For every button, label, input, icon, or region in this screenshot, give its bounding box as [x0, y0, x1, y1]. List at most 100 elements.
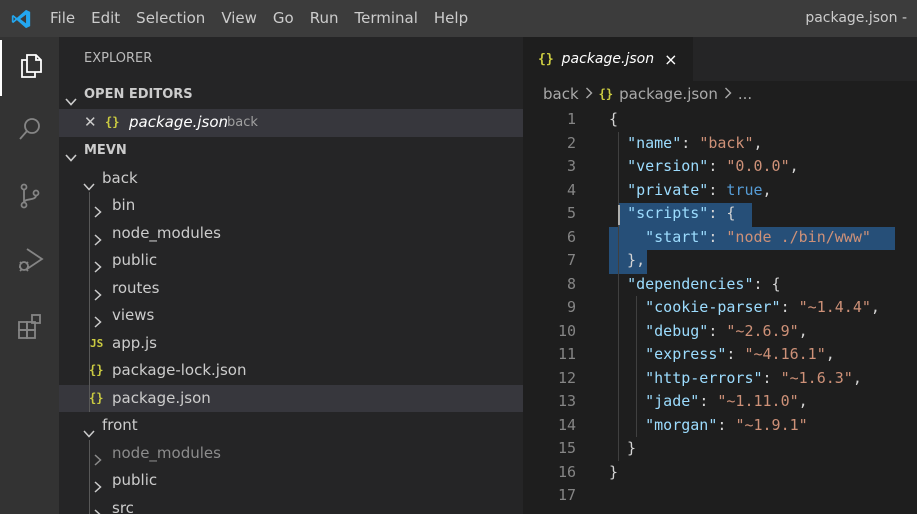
code-token: "private" — [627, 180, 709, 199]
code-token: , — [762, 180, 772, 199]
tree-folder-public[interactable]: public — [59, 247, 523, 275]
breadcrumb-file[interactable]: package.json — [619, 81, 718, 108]
code-token: : — [726, 345, 745, 363]
code-line[interactable]: 11 "express": "~4.16.1", — [523, 343, 917, 367]
code-text: "http-errors": "~1.6.3", — [609, 367, 862, 391]
code-token: "~1.9.1" — [735, 415, 808, 434]
menu-edit[interactable]: Edit — [83, 0, 128, 37]
json-file-icon: {} — [105, 115, 120, 129]
tree-label: src — [112, 498, 134, 514]
code-token: "~1.11.0" — [717, 392, 799, 410]
tree-file-app-js[interactable]: JS app.js — [59, 329, 523, 357]
line-number: 16 — [557, 462, 576, 481]
code-line[interactable]: 14 "morgan": "~1.9.1" — [523, 414, 917, 438]
code-line[interactable]: 5 "scripts": { — [523, 202, 917, 226]
code-line[interactable]: 12 "http-errors": "~1.6.3", — [523, 367, 917, 391]
breadcrumb-more[interactable]: ... — [738, 81, 752, 108]
close-icon[interactable]: × — [664, 50, 677, 69]
code-line[interactable]: 1{ — [523, 108, 917, 132]
tree-file-package-json[interactable]: {} package.json — [59, 384, 523, 412]
line-number: 4 — [566, 180, 576, 199]
javascript-file-icon: JS — [90, 336, 104, 350]
menu-go[interactable]: Go — [265, 0, 302, 37]
tree-folder-node-modules[interactable]: node_modules — [59, 219, 523, 247]
code-line[interactable]: 16} — [523, 461, 917, 485]
tree-folder-bin[interactable]: bin — [59, 192, 523, 220]
menu-selection[interactable]: Selection — [128, 0, 213, 37]
tab-label: package.json — [561, 51, 655, 67]
line-number: 15 — [557, 439, 576, 457]
code-text: "start": "node ./bin/www" — [609, 226, 871, 250]
code-token: : — [708, 157, 727, 175]
tree-folder-front-public[interactable]: public — [59, 467, 523, 495]
code-token: "~2.6.9" — [726, 321, 799, 340]
code-line[interactable]: 15 } — [523, 437, 917, 461]
tree-folder-views[interactable]: views — [59, 302, 523, 330]
open-editors-label: OPEN EDITORS — [84, 87, 193, 102]
extensions-activity-button[interactable] — [0, 300, 59, 356]
code-token: "http-errors" — [645, 368, 763, 387]
tree-label: package.json — [112, 388, 211, 407]
code-token: "~4.16.1" — [744, 345, 826, 363]
tree-folder-back[interactable]: back — [59, 165, 523, 193]
code-token: } — [609, 439, 637, 457]
source-control-activity-button[interactable] — [0, 170, 59, 226]
code-line[interactable]: 3 "version": "0.0.0", — [523, 155, 917, 179]
code-line[interactable]: 9 "cookie-parser": "~1.4.4", — [523, 296, 917, 320]
code-token: , — [852, 368, 862, 387]
menu-terminal[interactable]: Terminal — [347, 0, 426, 37]
tree-folder-front-src[interactable]: src — [59, 494, 523, 514]
run-debug-activity-button[interactable] — [0, 234, 59, 290]
menu-help[interactable]: Help — [426, 0, 476, 37]
tree-folder-front[interactable]: front — [59, 412, 523, 440]
code-line[interactable]: 7 }, — [523, 249, 917, 273]
code-token: "~1.6.3" — [780, 368, 853, 387]
search-activity-button[interactable] — [0, 103, 59, 159]
menu-run[interactable]: Run — [302, 0, 347, 37]
code-line[interactable]: 4 "private": true, — [523, 179, 917, 203]
code-line[interactable]: 2 "name": "back", — [523, 132, 917, 156]
workspace-label: MEVN — [84, 142, 127, 158]
code-editor[interactable]: 1{2 "name": "back", 3 "version": "0.0.0",… — [523, 108, 917, 514]
explorer-activity-button[interactable] — [0, 40, 59, 96]
code-text: "cookie-parser": "~1.4.4", — [609, 296, 880, 320]
code-token: "dependencies" — [627, 274, 754, 293]
code-line[interactable]: 13 "jade": "~1.11.0", — [523, 390, 917, 414]
editor-area: {} package.json × back {} package.json .… — [523, 37, 917, 514]
menu-view[interactable]: View — [213, 0, 265, 37]
line-number: 5 — [566, 204, 576, 222]
code-line[interactable]: 6 "start": "node ./bin/www" — [523, 226, 917, 250]
tree-file-package-lock-json[interactable]: {} package-lock.json — [59, 357, 523, 385]
indent-guide — [89, 274, 90, 302]
code-text: "scripts": { — [609, 202, 735, 226]
run-debug-icon — [15, 245, 45, 279]
open-editors-header[interactable]: OPEN EDITORS — [59, 81, 523, 109]
open-editor-item[interactable]: ✕ {} package.json back — [59, 109, 523, 137]
line-number: 8 — [566, 274, 576, 293]
tab-package-json[interactable]: {} package.json × — [523, 37, 693, 81]
tree-label: public — [112, 251, 158, 269]
close-icon[interactable]: ✕ — [84, 109, 97, 137]
code-text: } — [609, 461, 618, 485]
chevron-right-icon — [93, 503, 103, 514]
json-file-icon: {} — [89, 363, 104, 377]
code-text: } — [609, 437, 636, 461]
code-token: , — [798, 392, 808, 410]
code-line[interactable]: 17 — [523, 484, 917, 508]
breadcrumb: back {} package.json ... — [523, 81, 917, 108]
code-token: , — [798, 321, 808, 340]
tree-folder-routes[interactable]: routes — [59, 274, 523, 302]
code-line[interactable]: 10 "debug": "~2.6.9", — [523, 320, 917, 344]
menu-file[interactable]: File — [42, 0, 83, 37]
tree-label: node_modules — [112, 443, 221, 462]
workspace-header[interactable]: MEVN — [59, 137, 523, 165]
code-line[interactable]: 8 "dependencies": { — [523, 273, 917, 297]
explorer-title: EXPLORER — [84, 51, 153, 66]
tree-folder-front-node-modules[interactable]: node_modules — [59, 439, 523, 467]
breadcrumb-folder[interactable]: back — [543, 81, 579, 108]
indent-guide — [89, 302, 90, 330]
tree-label: bin — [112, 196, 136, 214]
